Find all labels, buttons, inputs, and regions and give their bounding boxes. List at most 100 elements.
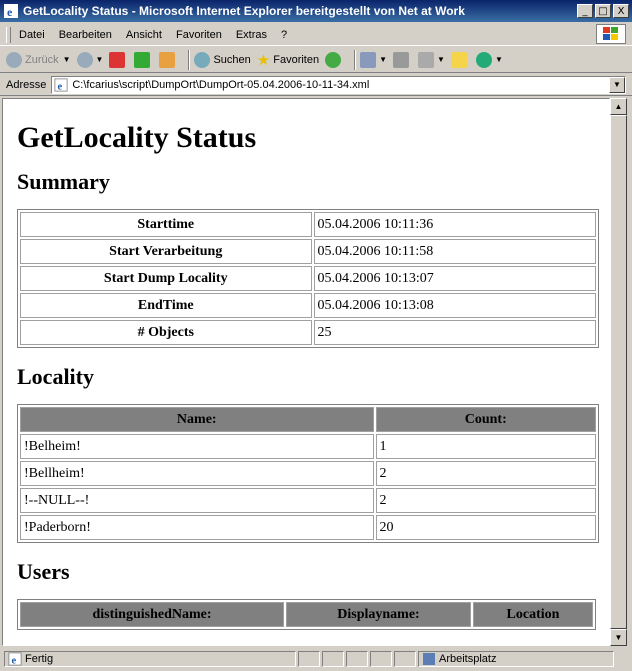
menu-datei[interactable]: Datei — [19, 29, 45, 41]
page-icon: e — [54, 77, 68, 92]
toolbar-separator — [354, 49, 357, 70]
table-row: Start Verarbeitung 05.04.2006 10:11:58 — [20, 239, 596, 264]
address-label: Adresse — [6, 78, 47, 91]
title-bar: e GetLocality Status - Microsoft Interne… — [0, 0, 632, 22]
back-dropdown-icon: ▼ — [62, 55, 71, 64]
summary-label: # Objects — [20, 320, 312, 345]
home-icon — [159, 51, 176, 68]
table-header-row: distinguishedName: Displayname: Location — [20, 602, 593, 627]
table-row: !--NULL--! 2 — [20, 488, 596, 513]
media-icon — [325, 51, 342, 68]
column-header-count: Count: — [375, 407, 596, 432]
summary-label: EndTime — [20, 293, 312, 318]
menu-help[interactable]: ? — [281, 29, 287, 41]
window-title: GetLocality Status - Microsoft Internet … — [23, 4, 465, 18]
scroll-thumb[interactable] — [610, 115, 627, 629]
edit-icon — [418, 51, 435, 68]
menu-bar: Datei Bearbeiten Ansicht Favoriten Extra… — [0, 24, 632, 46]
star-icon: ★ — [256, 51, 271, 69]
menu-extras[interactable]: Extras — [236, 29, 267, 41]
table-row: Starttime 05.04.2006 10:11:36 — [20, 212, 596, 237]
page-status-icon: e — [8, 651, 22, 666]
stop-icon — [109, 51, 126, 68]
svg-text:e: e — [58, 81, 63, 92]
ie-icon: e — [4, 4, 18, 19]
refresh-icon — [134, 51, 151, 68]
forward-arrow-icon — [76, 51, 93, 68]
locality-count: 2 — [375, 461, 596, 486]
locality-name: !Bellheim! — [20, 461, 374, 486]
table-row: !Bellheim! 2 — [20, 461, 596, 486]
locality-name: !Belheim! — [20, 434, 374, 459]
back-button[interactable]: Zurück ▼ — [6, 51, 71, 68]
locality-table: Name: Count: !Belheim! 1 !Bellheim! 2 !--N… — [17, 404, 599, 543]
page-title: GetLocality Status — [17, 121, 257, 154]
vertical-scrollbar[interactable]: ▲ ▼ — [610, 98, 627, 646]
column-header-dn: distinguishedName: — [20, 602, 284, 627]
scroll-up-button[interactable]: ▲ — [610, 98, 627, 115]
print-button[interactable] — [393, 51, 412, 68]
address-input[interactable]: e C:\fcarius\script\DumpOrt\DumpOrt-05.0… — [51, 75, 626, 94]
users-table: distinguishedName: Displayname: Location — [17, 599, 596, 630]
forward-dropdown-icon: ▼ — [95, 55, 104, 64]
mail-button[interactable]: ▼ — [360, 51, 388, 68]
messenger-dropdown-icon: ▼ — [494, 55, 503, 64]
svg-text:e: e — [7, 5, 13, 19]
discuss-button[interactable] — [450, 51, 470, 68]
column-header-name: Name: — [20, 407, 374, 432]
status-panel — [370, 650, 392, 667]
note-icon — [450, 51, 467, 68]
table-header-row: Name: Count: — [20, 407, 596, 432]
menu-grip — [6, 26, 11, 43]
status-main-panel: e Fertig — [4, 650, 296, 667]
home-button[interactable] — [159, 51, 178, 68]
zone-panel: Arbeitsplatz — [418, 650, 614, 667]
printer-icon — [393, 51, 410, 68]
back-label: Zurück — [25, 53, 59, 66]
locality-name: !--NULL--! — [20, 488, 374, 513]
refresh-button[interactable] — [134, 51, 153, 68]
locality-count: 20 — [375, 515, 596, 540]
status-panel — [298, 650, 320, 667]
summary-table: Starttime 05.04.2006 10:11:36 Start Verar… — [17, 209, 599, 348]
favorites-label: Favoriten — [273, 53, 320, 66]
column-header-location: Location — [473, 602, 593, 627]
menu-bearbeiten[interactable]: Bearbeiten — [59, 29, 112, 41]
status-panel — [346, 650, 368, 667]
back-arrow-icon — [6, 51, 22, 68]
scroll-down-button[interactable]: ▼ — [610, 629, 627, 646]
address-dropdown-button[interactable]: ▼ — [609, 76, 625, 93]
summary-value: 05.04.2006 10:13:07 — [313, 266, 596, 291]
summary-value: 25 — [313, 320, 596, 345]
forward-button[interactable]: ▼ — [76, 51, 104, 68]
summary-label: Start Verarbeitung — [20, 239, 312, 264]
summary-label: Starttime — [20, 212, 312, 237]
menu-favoriten[interactable]: Favoriten — [176, 29, 222, 41]
locality-count: 1 — [375, 434, 596, 459]
summary-label: Start Dump Locality — [20, 266, 312, 291]
mail-dropdown-icon: ▼ — [379, 55, 388, 64]
stop-button[interactable] — [109, 51, 128, 68]
summary-value: 05.04.2006 10:11:58 — [313, 239, 596, 264]
table-row: !Paderborn! 20 — [20, 515, 596, 540]
media-button[interactable] — [325, 51, 344, 68]
search-button[interactable]: Suchen — [194, 51, 251, 68]
edit-button[interactable]: ▼ — [418, 51, 445, 68]
messenger-button[interactable]: ▼ — [475, 51, 503, 68]
locality-name: !Paderborn! — [20, 515, 374, 540]
close-button[interactable]: X — [613, 4, 629, 18]
favorites-button[interactable]: ★ Favoriten — [257, 51, 319, 69]
status-text: Fertig — [25, 652, 54, 665]
status-panel — [322, 650, 344, 667]
page-viewport: GetLocality Status Summary Starttime 05.0… — [2, 98, 610, 646]
status-panel — [394, 650, 416, 667]
table-row: !Belheim! 1 — [20, 434, 596, 459]
users-heading: Users — [17, 559, 70, 584]
svg-text:e: e — [12, 655, 17, 666]
column-header-displayname: Displayname: — [286, 602, 471, 627]
search-icon — [194, 51, 211, 68]
minimize-button[interactable]: _ — [577, 4, 593, 18]
messenger-icon — [475, 51, 492, 68]
maximize-button[interactable]: □ — [595, 4, 611, 18]
menu-ansicht[interactable]: Ansicht — [126, 29, 162, 41]
